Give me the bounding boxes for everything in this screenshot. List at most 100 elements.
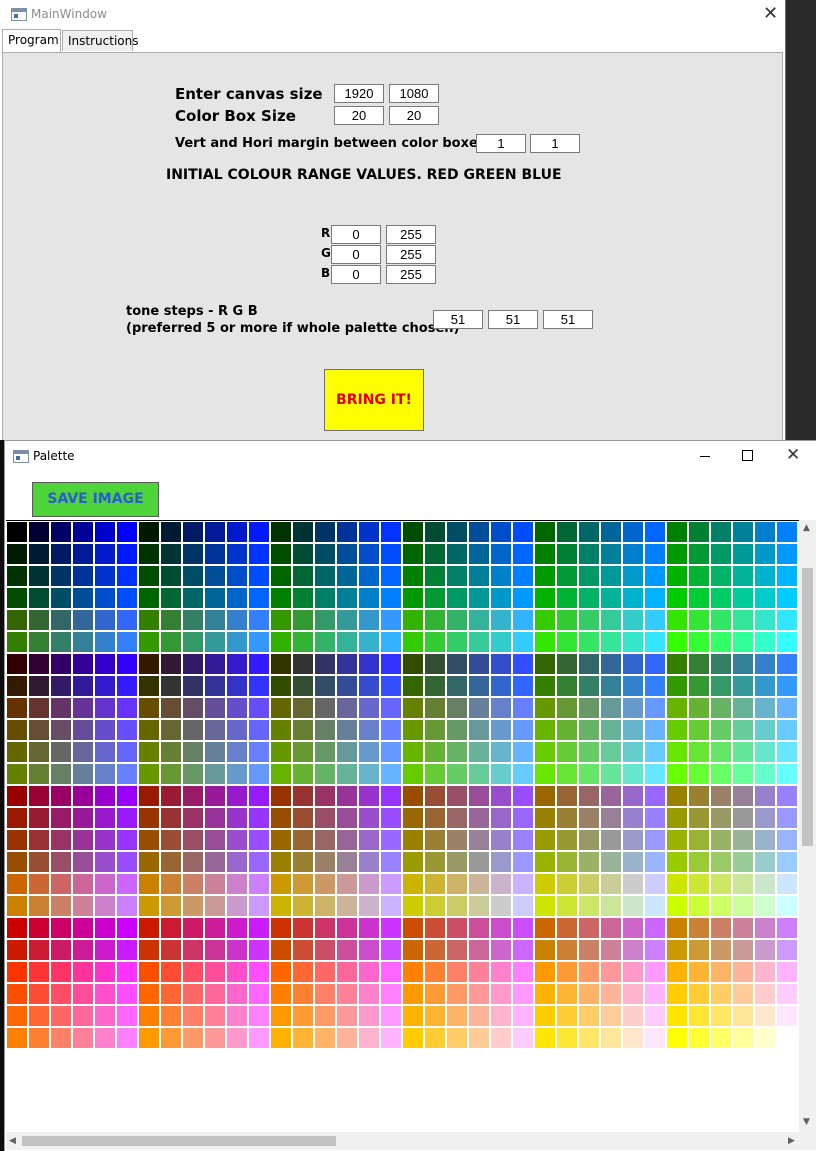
b-max-input[interactable]: 255 — [386, 265, 436, 284]
color-swatch — [73, 588, 93, 608]
r-min-input[interactable]: 0 — [331, 225, 381, 244]
color-box-width-input[interactable]: 20 — [334, 106, 384, 125]
horizontal-scrollbar[interactable]: ◀ ▶ — [6, 1132, 799, 1150]
color-swatch — [557, 830, 577, 850]
g-max-input[interactable]: 255 — [386, 245, 436, 264]
scroll-up-arrow-icon[interactable]: ▲ — [803, 524, 810, 533]
color-swatch — [139, 1006, 159, 1026]
color-swatch — [73, 742, 93, 762]
color-swatch — [29, 940, 49, 960]
color-swatch — [557, 544, 577, 564]
color-swatch — [513, 522, 533, 542]
color-swatch — [7, 742, 27, 762]
color-swatch — [293, 984, 313, 1004]
color-swatch — [601, 698, 621, 718]
horizontal-scroll-thumb[interactable] — [22, 1136, 336, 1146]
color-swatch — [623, 544, 643, 564]
color-swatch — [623, 522, 643, 542]
scroll-right-arrow-icon[interactable]: ▶ — [788, 1137, 795, 1146]
color-swatch — [403, 786, 423, 806]
color-swatch — [293, 742, 313, 762]
color-swatch — [711, 918, 731, 938]
color-swatch — [227, 742, 247, 762]
color-swatch — [7, 786, 27, 806]
tab-program[interactable]: Program — [2, 29, 61, 52]
color-swatch — [183, 984, 203, 1004]
color-swatch — [7, 1028, 27, 1048]
scroll-down-arrow-icon[interactable]: ▼ — [803, 1118, 810, 1127]
r-max-input[interactable]: 255 — [386, 225, 436, 244]
color-swatch — [29, 742, 49, 762]
color-swatch — [403, 896, 423, 916]
color-swatch — [601, 610, 621, 630]
color-swatch — [337, 984, 357, 1004]
color-swatch — [447, 874, 467, 894]
color-swatch — [623, 918, 643, 938]
color-swatch — [733, 522, 753, 542]
color-swatch — [623, 698, 643, 718]
color-swatch — [513, 610, 533, 630]
color-swatch — [271, 742, 291, 762]
color-swatch — [601, 720, 621, 740]
color-swatch — [777, 632, 797, 652]
color-swatch — [7, 720, 27, 740]
color-swatch — [29, 830, 49, 850]
canvas-width-input[interactable]: 1920 — [334, 84, 384, 103]
color-swatch — [315, 522, 335, 542]
color-swatch — [205, 808, 225, 828]
canvas-height-input[interactable]: 1080 — [389, 84, 439, 103]
color-swatch — [227, 720, 247, 740]
color-swatch — [777, 940, 797, 960]
b-min-input[interactable]: 0 — [331, 265, 381, 284]
color-swatch — [689, 654, 709, 674]
color-swatch — [161, 830, 181, 850]
color-swatch — [645, 698, 665, 718]
tab-instructions[interactable]: Instructions — [62, 30, 138, 51]
minimize-icon[interactable] — [695, 447, 715, 463]
color-swatch — [271, 786, 291, 806]
color-swatch — [513, 984, 533, 1004]
color-box-height-input[interactable]: 20 — [389, 106, 439, 125]
color-swatch — [403, 522, 423, 542]
tone-g-input[interactable]: 51 — [488, 310, 538, 329]
color-swatch — [205, 830, 225, 850]
bring-it-button[interactable]: BRING IT! — [324, 369, 424, 431]
vertical-scroll-thumb[interactable] — [802, 568, 813, 846]
color-swatch — [205, 940, 225, 960]
save-image-button[interactable]: SAVE IMAGE — [32, 482, 159, 517]
color-swatch — [183, 852, 203, 872]
color-swatch — [117, 786, 137, 806]
color-swatch — [183, 962, 203, 982]
color-swatch — [51, 940, 71, 960]
g-min-input[interactable]: 0 — [331, 245, 381, 264]
color-swatch — [205, 720, 225, 740]
main-close-icon[interactable]: ✕ — [763, 5, 778, 23]
color-swatch — [667, 940, 687, 960]
color-swatch — [51, 566, 71, 586]
color-swatch — [315, 786, 335, 806]
color-swatch — [777, 544, 797, 564]
color-swatch — [7, 874, 27, 894]
palette-close-icon[interactable]: ✕ — [786, 447, 800, 464]
color-swatch — [755, 632, 775, 652]
margin-hori-input[interactable]: 1 — [530, 134, 580, 153]
color-swatch — [381, 808, 401, 828]
color-swatch — [579, 808, 599, 828]
margin-vert-input[interactable]: 1 — [476, 134, 526, 153]
vertical-scrollbar[interactable]: ▲ ▼ — [799, 520, 816, 1132]
color-swatch — [161, 676, 181, 696]
scroll-left-arrow-icon[interactable]: ◀ — [9, 1137, 16, 1146]
color-swatch — [403, 720, 423, 740]
color-swatch — [425, 984, 445, 1004]
color-swatch — [469, 588, 489, 608]
color-swatch — [205, 632, 225, 652]
color-swatch — [117, 1006, 137, 1026]
color-swatch — [205, 852, 225, 872]
color-swatch — [447, 588, 467, 608]
tone-r-input[interactable]: 51 — [433, 310, 483, 329]
color-swatch — [337, 918, 357, 938]
color-swatch — [579, 676, 599, 696]
color-swatch — [403, 874, 423, 894]
maximize-icon[interactable] — [737, 447, 757, 463]
tone-b-input[interactable]: 51 — [543, 310, 593, 329]
